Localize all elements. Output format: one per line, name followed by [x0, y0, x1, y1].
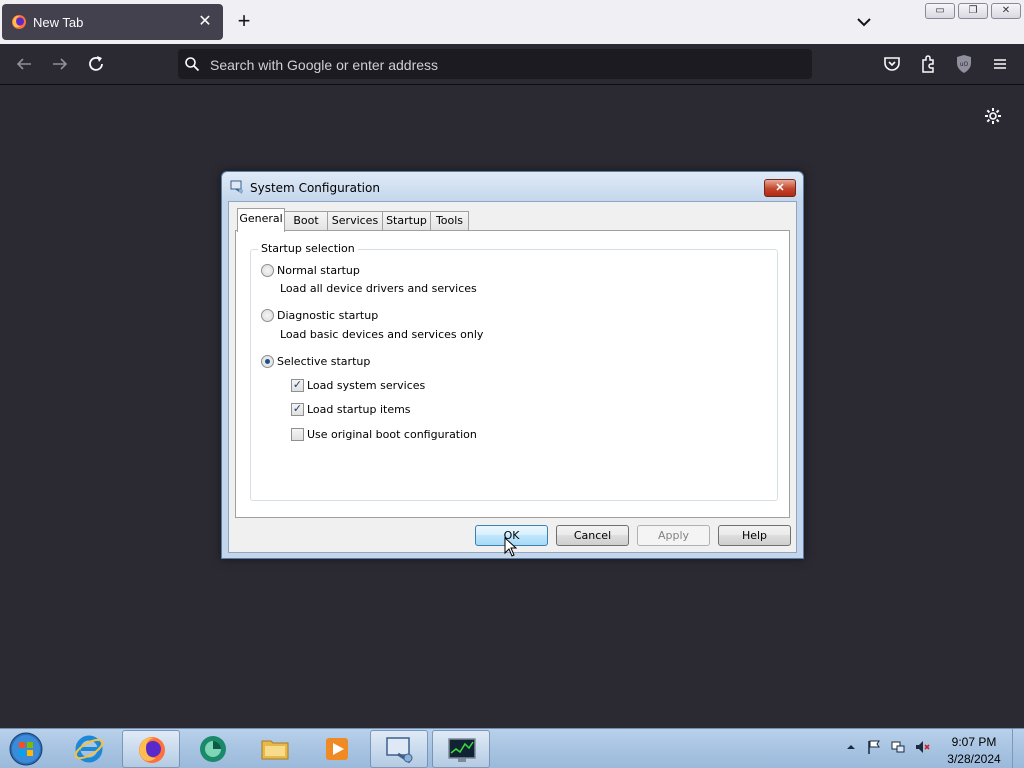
menu-icon[interactable] [988, 52, 1012, 76]
new-tab-button[interactable]: + [232, 10, 256, 34]
tab-title: New Tab [33, 15, 84, 30]
dialog-close-button[interactable]: ✕ [764, 179, 796, 197]
selective-startup-label[interactable]: Selective startup [277, 355, 370, 368]
ublock-icon[interactable]: uO [952, 52, 976, 76]
general-tab-panel: Startup selection Normal startup Load al… [235, 230, 790, 518]
window-maximize-button[interactable]: ❐ [958, 3, 988, 19]
file-explorer-icon [261, 740, 289, 760]
mouse-cursor-icon [504, 537, 518, 557]
taskbar-app[interactable] [184, 730, 242, 768]
reload-icon[interactable] [84, 52, 108, 76]
dialog-body: General Boot Services Startup Tools Star… [228, 201, 797, 553]
taskbar-firefox[interactable] [122, 730, 180, 768]
load-system-services-checkbox[interactable]: ✓ [291, 379, 304, 392]
start-button-icon[interactable] [6, 730, 46, 768]
taskbar-task-manager[interactable] [432, 730, 490, 768]
system-configuration-icon [230, 180, 243, 194]
navigation-toolbar: Search with Google or enter address uO [0, 44, 1024, 85]
load-system-services-label[interactable]: Load system services [307, 379, 425, 392]
help-button[interactable]: Help [718, 525, 791, 546]
firefox-icon [12, 15, 26, 29]
media-player-icon [326, 738, 348, 760]
window-close-button[interactable]: ✕ [991, 3, 1021, 19]
svg-text:uO: uO [960, 61, 969, 68]
address-bar[interactable]: Search with Google or enter address [178, 49, 812, 79]
internet-explorer-icon [74, 735, 104, 763]
forward-arrow-icon[interactable] [48, 52, 72, 76]
action-center-flag-icon[interactable] [866, 739, 882, 755]
pocket-icon[interactable] [880, 52, 904, 76]
tab-close-icon[interactable]: ✕ [195, 12, 215, 32]
tab-boot[interactable]: Boot [284, 211, 328, 231]
volume-muted-icon[interactable] [914, 739, 930, 755]
show-hidden-icons-icon[interactable] [843, 739, 859, 755]
system-configuration-dialog: System Configuration ✕ General Boot Serv… [221, 171, 804, 559]
taskbar: 9:07 PM 3/28/2024 [0, 728, 1024, 768]
show-desktop-button[interactable] [1012, 729, 1024, 768]
app-icon [200, 736, 226, 762]
settings-gear-icon[interactable] [983, 106, 1003, 126]
selective-startup-radio[interactable] [261, 355, 274, 368]
taskbar-clock-time[interactable]: 9:07 PM [946, 735, 1002, 749]
normal-startup-radio[interactable] [261, 264, 274, 277]
tab-startup[interactable]: Startup [382, 211, 431, 231]
back-arrow-icon[interactable] [12, 52, 36, 76]
extensions-icon[interactable] [916, 52, 940, 76]
dialog-titlebar[interactable]: System Configuration ✕ [222, 172, 803, 202]
network-icon[interactable] [890, 739, 906, 755]
group-title: Startup selection [258, 242, 358, 255]
taskbar-system-configuration[interactable] [370, 730, 428, 768]
task-manager-icon [448, 738, 476, 762]
taskbar-internet-explorer[interactable] [60, 730, 118, 768]
tab-new-tab[interactable]: New Tab ✕ [2, 4, 223, 40]
tab-strip: New Tab ✕ + ▭ ❐ ✕ [0, 0, 1024, 44]
normal-startup-description: Load all device drivers and services [280, 282, 477, 295]
diagnostic-startup-radio[interactable] [261, 309, 274, 322]
firefox-icon [139, 737, 165, 763]
load-startup-items-label[interactable]: Load startup items [307, 403, 411, 416]
normal-startup-label[interactable]: Normal startup [277, 264, 360, 277]
dialog-title: System Configuration [250, 181, 380, 195]
window-minimize-button[interactable]: ▭ [925, 3, 955, 19]
apply-button[interactable]: Apply [637, 525, 710, 546]
cancel-button[interactable]: Cancel [556, 525, 629, 546]
diagnostic-startup-label[interactable]: Diagnostic startup [277, 309, 378, 322]
system-configuration-icon [386, 737, 413, 764]
tab-general[interactable]: General [237, 208, 285, 232]
taskbar-file-explorer[interactable] [246, 730, 304, 768]
chevron-down-icon[interactable] [852, 10, 876, 34]
load-startup-items-checkbox[interactable]: ✓ [291, 403, 304, 416]
diagnostic-startup-description: Load basic devices and services only [280, 328, 484, 341]
taskbar-media-player[interactable] [308, 730, 366, 768]
taskbar-clock-date[interactable]: 3/28/2024 [946, 752, 1002, 766]
tab-services[interactable]: Services [327, 211, 383, 231]
use-original-boot-configuration-label[interactable]: Use original boot configuration [307, 428, 477, 441]
address-bar-placeholder: Search with Google or enter address [210, 57, 439, 73]
tab-tools[interactable]: Tools [430, 211, 469, 231]
search-icon [185, 57, 200, 72]
use-original-boot-configuration-checkbox[interactable] [291, 428, 304, 441]
